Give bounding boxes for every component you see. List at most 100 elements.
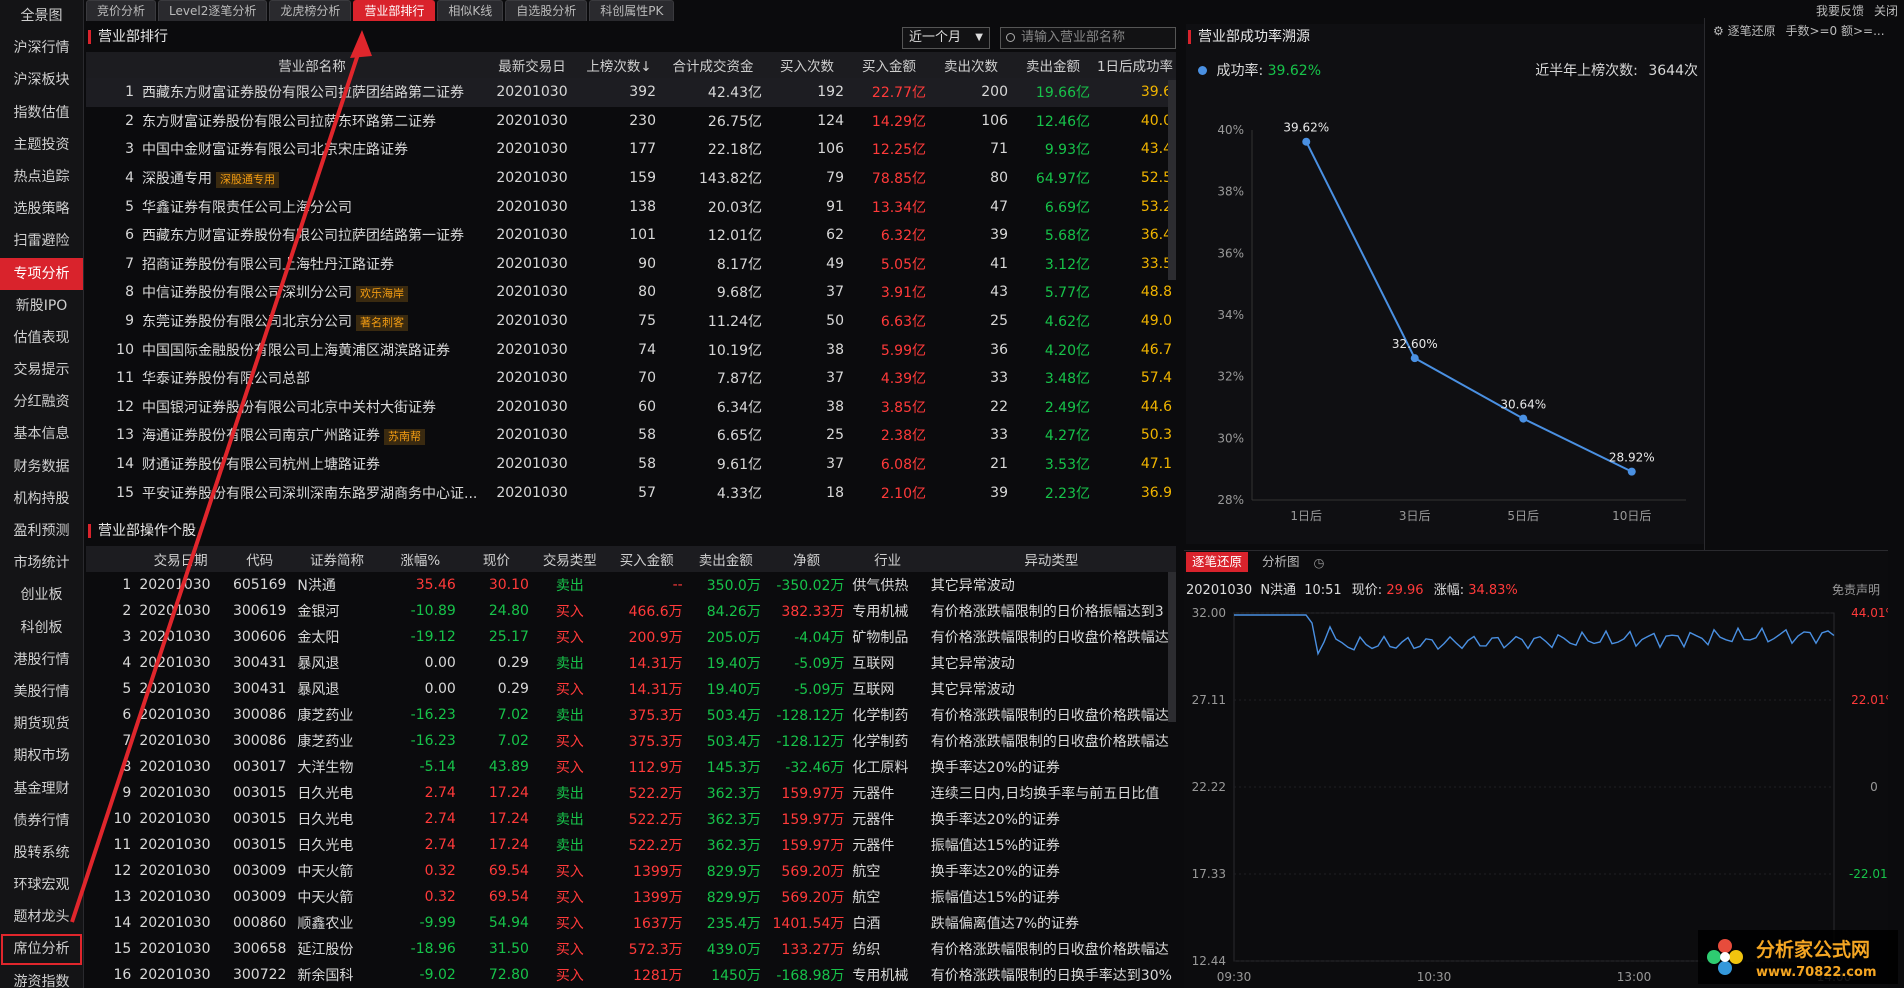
column-header[interactable]: 交易日期 (135, 546, 227, 572)
column-header[interactable]: 卖出次数 (930, 52, 1012, 78)
table-row[interactable]: 1 20201030 605169 N洪通 35.46 30.10 卖出 -- 350.0万 -3… (86, 572, 1176, 598)
table-row[interactable]: 6 西藏东方财富证券股份有限公司拉萨团结路第一证券 20201030 101 12.01… (86, 221, 1176, 250)
table-row[interactable]: 16 20201030 300722 新余国科 -9.02 72.80 买入 1281万 145… (86, 962, 1176, 988)
column-header[interactable]: 卖出金额 (686, 546, 765, 572)
table-row[interactable]: 14 财通证券股份有限公司杭州上塘路证券 20201030 58 9.61亿 37 6.08… (86, 450, 1176, 479)
sidebar-item[interactable]: 主题投资 (0, 129, 83, 161)
column-header[interactable]: 1日后成功率 (1094, 52, 1176, 78)
column-header[interactable]: 净额 (764, 546, 849, 572)
table-row[interactable]: 5 华鑫证券有限责任公司上海分公司 20201030 138 20.03亿 91 13.34… (86, 192, 1176, 221)
tab[interactable]: Level2逐笔分析 (158, 0, 268, 21)
sidebar-item[interactable]: 选股策略 (0, 193, 83, 225)
feedback-link[interactable]: 我要反馈 (1816, 2, 1864, 19)
disclaimer-link[interactable]: 免责声明 (1832, 581, 1880, 598)
table-row[interactable]: 1 西藏东方财富证券股份有限公司拉萨团结路第二证券 20201030 392 42.43… (86, 78, 1176, 107)
rank-scrollbar[interactable] (1168, 80, 1176, 280)
table-row[interactable]: 10 中国国际金融股份有限公司上海黄浦区湖滨路证券 20201030 74 10.19亿… (86, 335, 1176, 364)
sidebar-item[interactable]: 股转系统 (0, 837, 83, 869)
sidebar-item[interactable]: 盈利预测 (0, 515, 83, 547)
sidebar-item[interactable]: 全景图 (0, 0, 83, 32)
sidebar-item[interactable]: 题材龙头 (0, 901, 83, 933)
ops-scrollbar[interactable] (1168, 572, 1176, 722)
column-header[interactable]: 买入金额 (606, 546, 687, 572)
table-row[interactable]: 6 20201030 300086 康芝药业 -16.23 7.02 卖出 375.3万 503… (86, 702, 1176, 728)
tab[interactable]: 龙虎榜分析 (269, 0, 352, 21)
tab-tick-replay[interactable]: 逐笔还原 (1186, 552, 1249, 572)
broker-search-input[interactable]: 请输入营业部名称 (1000, 27, 1176, 49)
sidebar-item[interactable]: 期权市场 (0, 740, 83, 772)
sidebar-item[interactable]: 指数估值 (0, 97, 83, 129)
sidebar-item[interactable]: 扫雷避险 (0, 225, 83, 257)
table-row[interactable]: 4 深股通专用 深股通专用 20201030 159 143.82亿 79 78.85亿 80 6… (86, 164, 1176, 193)
table-row[interactable]: 13 海通证券股份有限公司南京广州路证券 苏南帮 20201030 58 6.65亿 25 2… (86, 421, 1176, 450)
column-header[interactable]: 买入次数 (766, 52, 848, 78)
column-header[interactable]: 异动类型 (926, 546, 1176, 572)
table-row[interactable]: 3 20201030 300606 金太阳 -19.12 25.17 买入 200.9万 205… (86, 624, 1176, 650)
tab[interactable]: 营业部排行 (353, 0, 436, 21)
sidebar-item[interactable]: 财务数据 (0, 451, 83, 483)
table-row[interactable]: 8 20201030 003017 大洋生物 -5.14 43.89 买入 112.9万 145… (86, 754, 1176, 780)
sidebar-item[interactable]: 创业板 (0, 579, 83, 611)
sidebar-item[interactable]: 市场统计 (0, 547, 83, 579)
column-header[interactable]: 现价 (459, 546, 533, 572)
sidebar-item[interactable]: 交易提示 (0, 354, 83, 386)
column-header[interactable]: 涨幅% (380, 546, 460, 572)
column-header[interactable]: 买入金额 (848, 52, 930, 78)
sidebar-item[interactable]: 基本信息 (0, 418, 83, 450)
column-header[interactable]: 行业 (848, 546, 927, 572)
period-select[interactable]: 近一个月 ▼ (902, 27, 990, 49)
table-row[interactable]: 15 平安证券股份有限公司深圳深南东路罗湖商务中心证... 20201030 57 4.… (86, 478, 1176, 502)
table-row[interactable]: 9 20201030 003015 日久光电 2.74 17.24 卖出 522.2万 362.… (86, 780, 1176, 806)
column-header[interactable]: 证券简称 (293, 546, 381, 572)
table-row[interactable]: 11 华泰证券股份有限公司总部 20201030 70 7.87亿 37 4.39亿 33 3.… (86, 364, 1176, 393)
tab[interactable]: 竞价分析 (86, 0, 157, 21)
column-header[interactable] (86, 546, 136, 572)
table-row[interactable]: 2 20201030 300619 金银河 -10.89 24.80 买入 466.6万 84.… (86, 598, 1176, 624)
sidebar-item[interactable]: 机构持股 (0, 483, 83, 515)
sidebar-item[interactable]: 期货现货 (0, 708, 83, 740)
sidebar-item[interactable]: 美股行情 (0, 676, 83, 708)
column-header[interactable]: 卖出金额 (1012, 52, 1094, 78)
column-header[interactable]: 合计成交资金 (660, 52, 766, 78)
sidebar-item[interactable]: 沪深板块 (0, 64, 83, 96)
sidebar-item[interactable]: 游资指数 (0, 966, 83, 988)
sidebar-item[interactable]: 新股IPO (0, 290, 83, 322)
tab[interactable]: 自选股分析 (505, 0, 588, 21)
sidebar-item[interactable]: 港股行情 (0, 644, 83, 676)
table-row[interactable]: 15 20201030 300658 延江股份 -18.96 31.50 买入 572.3万 4… (86, 936, 1176, 962)
close-link[interactable]: 关闭 (1874, 2, 1898, 19)
column-header[interactable]: 营业部名称 (138, 52, 486, 78)
sidebar-item[interactable]: 科创板 (0, 612, 83, 644)
column-header[interactable] (86, 52, 138, 78)
column-header[interactable]: 交易类型 (532, 546, 607, 572)
sidebar-item[interactable]: 债券行情 (0, 805, 83, 837)
table-row[interactable]: 11 20201030 003015 日久光电 2.74 17.24 卖出 522.2万 362… (86, 832, 1176, 858)
sidebar-item[interactable]: 席位分析 (0, 933, 83, 965)
table-row[interactable]: 10 20201030 003015 日久光电 2.74 17.24 卖出 522.2万 362… (86, 806, 1176, 832)
tab-analysis-chart[interactable]: 分析图 (1256, 552, 1306, 572)
table-row[interactable]: 3 中国中金财富证券有限公司北京宋庄路证券 20201030 177 22.18亿 106… (86, 135, 1176, 164)
tab[interactable]: 科创属性PK (589, 0, 675, 21)
table-row[interactable]: 9 东莞证券股份有限公司北京分公司 著名刺客 20201030 75 11.24亿 50 6.… (86, 307, 1176, 336)
sidebar-item[interactable]: 专项分析 (0, 257, 83, 290)
sidebar-item[interactable]: 分红融资 (0, 386, 83, 418)
table-row[interactable]: 5 20201030 300431 暴风退 0.00 0.29 买入 14.31万 19.40万… (86, 676, 1176, 702)
sidebar-item[interactable]: 基金理财 (0, 773, 83, 805)
table-row[interactable]: 12 中国银河证券股份有限公司北京中关村大街证券 20201030 60 6.34亿 38… (86, 393, 1176, 422)
tab[interactable]: 相似K线 (437, 0, 504, 21)
table-row[interactable]: 7 20201030 300086 康芝药业 -16.23 7.02 买入 375.3万 503… (86, 728, 1176, 754)
table-row[interactable]: 12 20201030 003009 中天火箭 0.32 69.54 买入 1399万 829.… (86, 858, 1176, 884)
column-header[interactable]: 最新交易日 (486, 52, 578, 78)
table-row[interactable]: 7 招商证券股份有限公司上海牡丹江路证券 20201030 90 8.17亿 49 5.05… (86, 250, 1176, 279)
table-row[interactable]: 13 20201030 003009 中天火箭 0.32 69.54 买入 1399万 829.… (86, 884, 1176, 910)
sidebar-item[interactable]: 环球宏观 (0, 869, 83, 901)
table-row[interactable]: 8 中信证券股份有限公司深圳分公司 欢乐海岸 20201030 80 9.68亿 37 3.9… (86, 278, 1176, 307)
sidebar-item[interactable]: 估值表现 (0, 322, 83, 354)
table-row[interactable]: 2 东方财富证券股份有限公司拉萨东环路第二证券 20201030 230 26.75亿 1… (86, 107, 1176, 136)
column-header[interactable]: 上榜次数↓ (578, 52, 660, 78)
sidebar-item[interactable]: 沪深行情 (0, 32, 83, 64)
history-icon[interactable]: ◷ (1314, 555, 1325, 570)
sidebar-item[interactable]: 热点追踪 (0, 161, 83, 193)
column-header[interactable]: 代码 (226, 546, 294, 572)
gear-icon[interactable]: ⚙ (1713, 24, 1724, 38)
